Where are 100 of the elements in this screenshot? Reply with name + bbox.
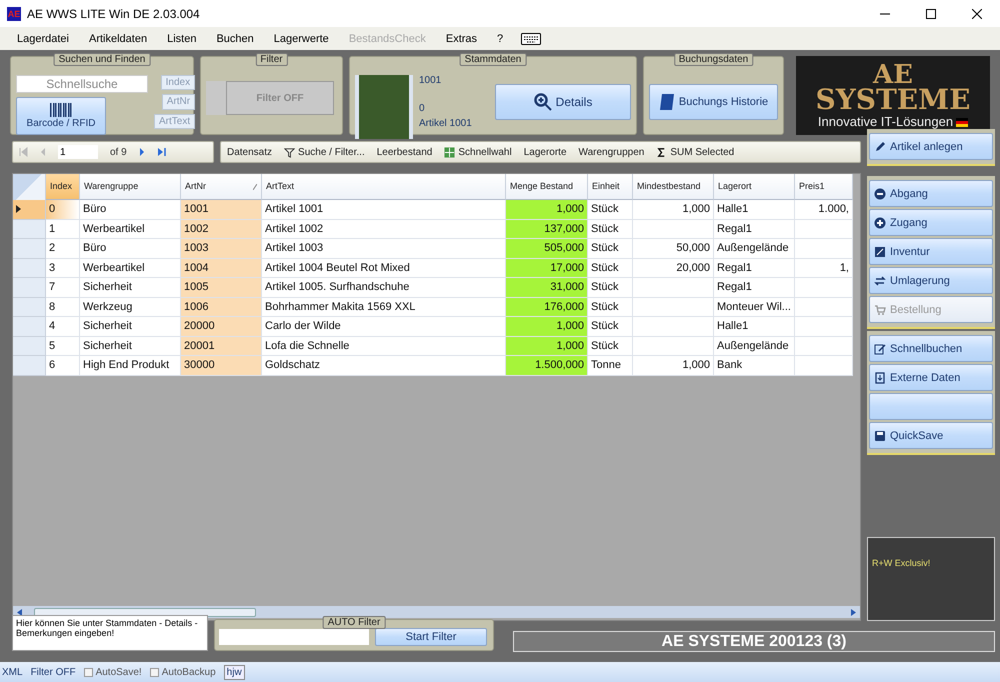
column-header[interactable]: Preis1 <box>795 174 853 200</box>
menu-item[interactable]: Lagerdatei <box>7 32 79 44</box>
column-header[interactable]: Einheit <box>588 174 633 200</box>
sidebar-button[interactable]: Zugang <box>869 209 993 236</box>
barcode-button[interactable]: Barcode / RFID <box>16 97 106 135</box>
table-cell <box>795 336 853 356</box>
sidebar-button[interactable]: QuickSave <box>869 422 993 449</box>
logo-text: SYSTEME <box>816 87 970 114</box>
table-cell: 31,000 <box>506 278 588 298</box>
toolbar-button[interactable]: Schnellwahl <box>444 146 512 158</box>
column-header[interactable]: Lagerort <box>714 174 795 200</box>
record-position-field[interactable]: 1 <box>58 145 98 159</box>
scroll-right-icon[interactable] <box>851 608 856 616</box>
table-cell: 1,000 <box>633 356 714 376</box>
flag-icon <box>956 118 968 127</box>
column-header[interactable]: ArtText <box>262 174 506 200</box>
filter-status: Filter OFF <box>30 666 76 678</box>
menu-item[interactable]: ? <box>487 32 514 44</box>
table-cell: 5 <box>46 336 80 356</box>
table-cell: Außengelände <box>714 336 795 356</box>
table-cell: Regal1 <box>714 278 795 298</box>
article-value: 0 <box>419 103 426 114</box>
table-cell: Halle1 <box>714 317 795 336</box>
column-header[interactable]: Index <box>46 174 80 200</box>
first-record-icon[interactable] <box>19 147 28 157</box>
table-cell: 1002 <box>181 220 262 239</box>
table-cell: 1,000 <box>506 336 588 356</box>
format-label: XML <box>2 666 23 678</box>
table-cell: Sicherheit <box>80 278 181 298</box>
table-cell: Goldschatz <box>262 356 506 376</box>
auto-filter-field[interactable] <box>219 629 369 645</box>
menu-item[interactable]: Extras <box>436 32 488 44</box>
column-header[interactable]: Menge Bestand <box>506 174 588 200</box>
next-record-icon[interactable] <box>138 147 145 157</box>
sidebar-button[interactable]: Abgang <box>869 180 993 207</box>
table-cell: Büro <box>80 239 181 258</box>
panel-title: Suchen und Finden <box>54 53 150 66</box>
last-record-icon[interactable] <box>156 147 166 157</box>
table-cell: Werbeartikel <box>80 258 181 278</box>
table-cell: 30000 <box>181 356 262 376</box>
toolbar-button[interactable]: SUM Selected <box>656 146 734 158</box>
booking-history-button[interactable]: Buchungs Historie <box>649 84 778 120</box>
table-cell: 1006 <box>181 298 262 317</box>
table-cell <box>795 356 853 376</box>
sidebar-button[interactable]: Artikel anlegen <box>869 133 993 160</box>
table-cell: 1,000 <box>633 200 714 220</box>
checkbox[interactable]: AutoBackup <box>150 666 216 678</box>
maximize-icon[interactable] <box>926 8 936 18</box>
hint-text: Hier können Sie unter Stammdaten - Details - Bemerkungen eingeben! <box>12 615 208 651</box>
table-cell: 505,000 <box>506 239 588 258</box>
table-cell: 1003 <box>181 239 262 258</box>
table-cell: Stück <box>588 278 633 298</box>
barcode-icon <box>50 103 72 117</box>
filter-indicator <box>206 81 226 115</box>
menu-item[interactable]: Listen <box>157 32 206 44</box>
table-cell: 2 <box>46 239 80 258</box>
table-cell: Bank <box>714 356 795 376</box>
table-cell: Regal1 <box>714 258 795 278</box>
sidebar-button[interactable] <box>869 393 993 420</box>
sidebar-button[interactable]: Schnellbuchen <box>869 335 993 362</box>
table-cell: 3 <box>46 258 80 278</box>
toolbar-button[interactable]: Leerbestand <box>376 146 432 158</box>
table-cell <box>795 239 853 258</box>
horizontal-scrollbar[interactable] <box>13 606 860 618</box>
sidebar-button[interactable]: Inventur <box>869 238 993 265</box>
toolbar-button[interactable]: Warengruppen <box>578 146 644 158</box>
scroll-left-icon[interactable] <box>17 608 22 616</box>
minus-circle-icon <box>874 188 886 200</box>
keyboard-icon[interactable] <box>521 32 542 44</box>
menu-item[interactable]: Lagerwerte <box>264 32 339 44</box>
user-label: hjw <box>224 664 245 680</box>
menu-item[interactable]: Artikeldaten <box>79 32 158 44</box>
sidebar-button[interactable]: Umlagerung <box>869 267 993 294</box>
toolbar-button[interactable]: Datensatz <box>227 146 272 158</box>
grid-icon <box>444 146 456 158</box>
table-cell: 0 <box>46 200 80 220</box>
sigma-icon <box>656 146 668 158</box>
swap-arrows-icon <box>874 274 886 286</box>
column-header[interactable]: ArtNr <box>181 174 262 200</box>
panel-title: Stammdaten <box>460 53 526 66</box>
details-button[interactable]: Details <box>495 84 631 120</box>
toolbar-button[interactable]: Lagerorte <box>524 146 567 158</box>
previous-record-icon[interactable] <box>40 147 46 157</box>
menu-item[interactable]: Buchen <box>206 32 264 44</box>
checkbox[interactable]: AutoSave! <box>84 666 142 678</box>
close-icon[interactable] <box>972 8 982 18</box>
table-cell: 1,000 <box>506 317 588 336</box>
sidebar-button[interactable]: Externe Daten <box>869 364 993 391</box>
column-header[interactable]: Mindestbestand <box>633 174 714 200</box>
toolbar-button[interactable]: Suche / Filter... <box>284 146 365 158</box>
table-cell: 20000 <box>181 317 262 336</box>
table-cell <box>795 317 853 336</box>
start-filter-button[interactable]: Start Filter <box>375 628 487 646</box>
sort-icon <box>253 184 257 190</box>
quick-search-field[interactable]: Schnellsuche <box>16 75 148 93</box>
table-cell: 176,000 <box>506 298 588 317</box>
row-header[interactable] <box>13 200 46 220</box>
column-header[interactable]: Warengruppe <box>80 174 181 200</box>
window-title: AE WWS LITE Win DE 2.03.004 <box>27 6 201 20</box>
table-cell: 1004 <box>181 258 262 278</box>
